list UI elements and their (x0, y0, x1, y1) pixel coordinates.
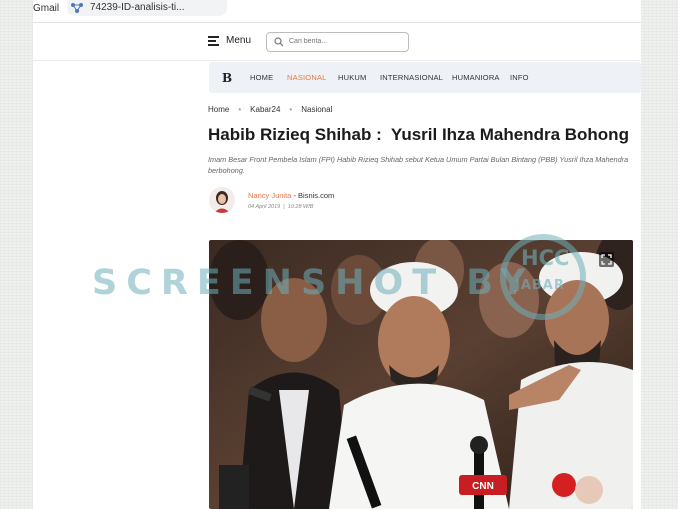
nav-item-hukum[interactable]: HUKUM (338, 73, 367, 82)
main-nav: B HOME NASIONAL HUKUM INTERNASIONAL HUMA… (209, 62, 641, 93)
nav-item-info[interactable]: INFO (510, 73, 529, 82)
search-icon (274, 37, 284, 47)
author-source: - Bisnis.com (291, 191, 335, 200)
breadcrumb: Home • Kabar24 • Nasional (208, 105, 332, 114)
bookmark-document[interactable]: 74239-ID-analisis-ti... (67, 0, 227, 16)
watermark-logo-line2: JABAR (515, 278, 565, 293)
nav-item-home[interactable]: HOME (250, 73, 273, 82)
author-name[interactable]: Nancy Junita (248, 191, 291, 200)
breadcrumb-separator: • (238, 105, 242, 114)
search-box[interactable] (266, 32, 409, 52)
bookmarks-bar: Gmail 74239-ID-analisis-ti... (33, 0, 641, 23)
hamburger-icon (208, 36, 219, 46)
nav-item-internasional[interactable]: INTERNASIONAL (380, 73, 443, 82)
publish-date: 04 April 2019 | 10:28 WIB (248, 204, 314, 210)
expand-icon (601, 254, 612, 265)
nav-item-nasional[interactable]: NASIONAL (287, 73, 327, 82)
bookmark-document-label: 74239-ID-analisis-ti... (90, 2, 185, 13)
share-nodes-icon (71, 3, 83, 13)
site-logo[interactable]: B (222, 71, 232, 85)
site-header: Menu (33, 23, 641, 61)
article-subtitle: Imam Besar Front Pembela Islam (FPI) Hab… (208, 155, 629, 175)
breadcrumb-separator: • (289, 105, 293, 114)
bookmark-gmail[interactable]: Gmail (33, 3, 59, 14)
author-avatar[interactable] (209, 187, 235, 213)
svg-text:CNN: CNN (472, 481, 494, 492)
watermark-text: SCREENSHOT BY (92, 263, 535, 303)
breadcrumb-nasional[interactable]: Nasional (301, 105, 332, 114)
menu-label: Menu (226, 35, 252, 46)
watermark-logo-icon (500, 234, 586, 320)
fullscreen-button[interactable] (599, 252, 614, 267)
breadcrumb-kabar24[interactable]: Kabar24 (250, 105, 280, 114)
search-input[interactable] (289, 35, 399, 48)
watermark-logo-line1: HCC (521, 246, 570, 270)
menu-button[interactable]: Menu (208, 35, 251, 46)
breadcrumb-home[interactable]: Home (208, 105, 229, 114)
article-title: Habib Rizieq Shihab : Yusril Ihza Mahend… (208, 125, 629, 144)
nav-item-humaniora[interactable]: HUMANIORA (452, 73, 500, 82)
